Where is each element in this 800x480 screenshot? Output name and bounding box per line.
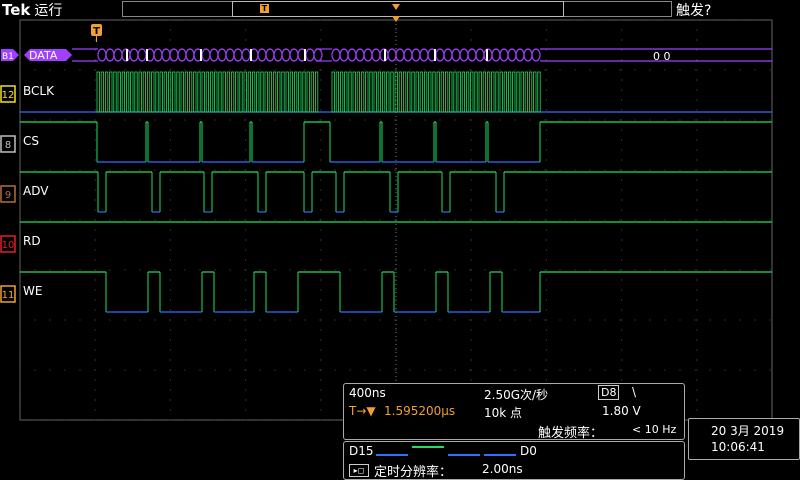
sample-rate: 2.50G次/秒 bbox=[484, 388, 549, 402]
channel-label-rd: RD bbox=[23, 234, 41, 248]
bus-row[interactable]: B1 DATA 0 0 bbox=[1, 48, 772, 63]
digital-label-high: D15 bbox=[349, 444, 374, 458]
trigger-source: D8 bbox=[598, 385, 620, 400]
time-text: 10:06:41 bbox=[711, 440, 765, 454]
svg-text:8: 8 bbox=[5, 140, 11, 151]
horizontal-readout[interactable]: 400ns 2.50G次/秒 D8 \ T→▼ 1.595200μs 10k 点… bbox=[343, 383, 685, 441]
channel-indicator-bclk: 12 bbox=[0, 85, 16, 103]
channel-indicator-we: 11 bbox=[0, 285, 16, 303]
expansion-point-icon bbox=[392, 16, 400, 22]
channel-label-cs: CS bbox=[23, 134, 39, 148]
trigger-position-icon: T→▼ bbox=[349, 404, 376, 418]
svg-text:11: 11 bbox=[2, 290, 15, 301]
channel-label-bclk: BCLK bbox=[23, 84, 54, 98]
channel-indicator-cs: 8 bbox=[0, 135, 16, 153]
bus-indicator-text: B1 bbox=[2, 52, 14, 62]
time-per-div: 400ns bbox=[349, 386, 386, 400]
timing-resolution-icon: ▸◻ bbox=[349, 464, 369, 477]
channel-label-adv: ADV bbox=[23, 184, 49, 198]
bus-value: 0 0 bbox=[653, 50, 671, 63]
digital-activity-bars bbox=[376, 446, 516, 456]
bus-name: DATA bbox=[29, 49, 58, 62]
trigger-frequency-label: 触发频率： bbox=[538, 426, 604, 441]
timing-resolution-value: 2.00ns bbox=[482, 462, 523, 476]
svg-text:12: 12 bbox=[2, 90, 15, 101]
digital-readout[interactable]: D15 D0 ▸◻ 定时分辨率： 2.00ns bbox=[343, 441, 685, 480]
channel-label-we: WE bbox=[23, 284, 43, 298]
svg-text:10: 10 bbox=[2, 240, 15, 251]
datetime-display: 20 3月 2019 10:06:41 bbox=[688, 418, 800, 460]
date-text: 20 3月 2019 bbox=[711, 424, 785, 438]
trigger-t-icon: T bbox=[93, 26, 100, 37]
timing-resolution-label: 定时分辨率： bbox=[374, 465, 453, 480]
trigger-slope-icon: \ bbox=[632, 385, 637, 399]
trigger-position-marker[interactable]: T bbox=[91, 24, 102, 42]
channel-indicators[interactable]: 12 8 9 10 11 bbox=[0, 85, 16, 303]
trigger-level: 1.80 V bbox=[602, 404, 641, 418]
record-length: 10k 点 bbox=[484, 406, 523, 420]
trigger-frequency-value: < 10 Hz bbox=[632, 423, 677, 436]
digital-label-low: D0 bbox=[520, 444, 537, 458]
channel-indicator-adv: 9 bbox=[0, 185, 16, 203]
channel-indicator-rd: 10 bbox=[0, 235, 16, 253]
trigger-position-value: 1.595200μs bbox=[384, 404, 456, 418]
svg-text:9: 9 bbox=[5, 190, 11, 201]
